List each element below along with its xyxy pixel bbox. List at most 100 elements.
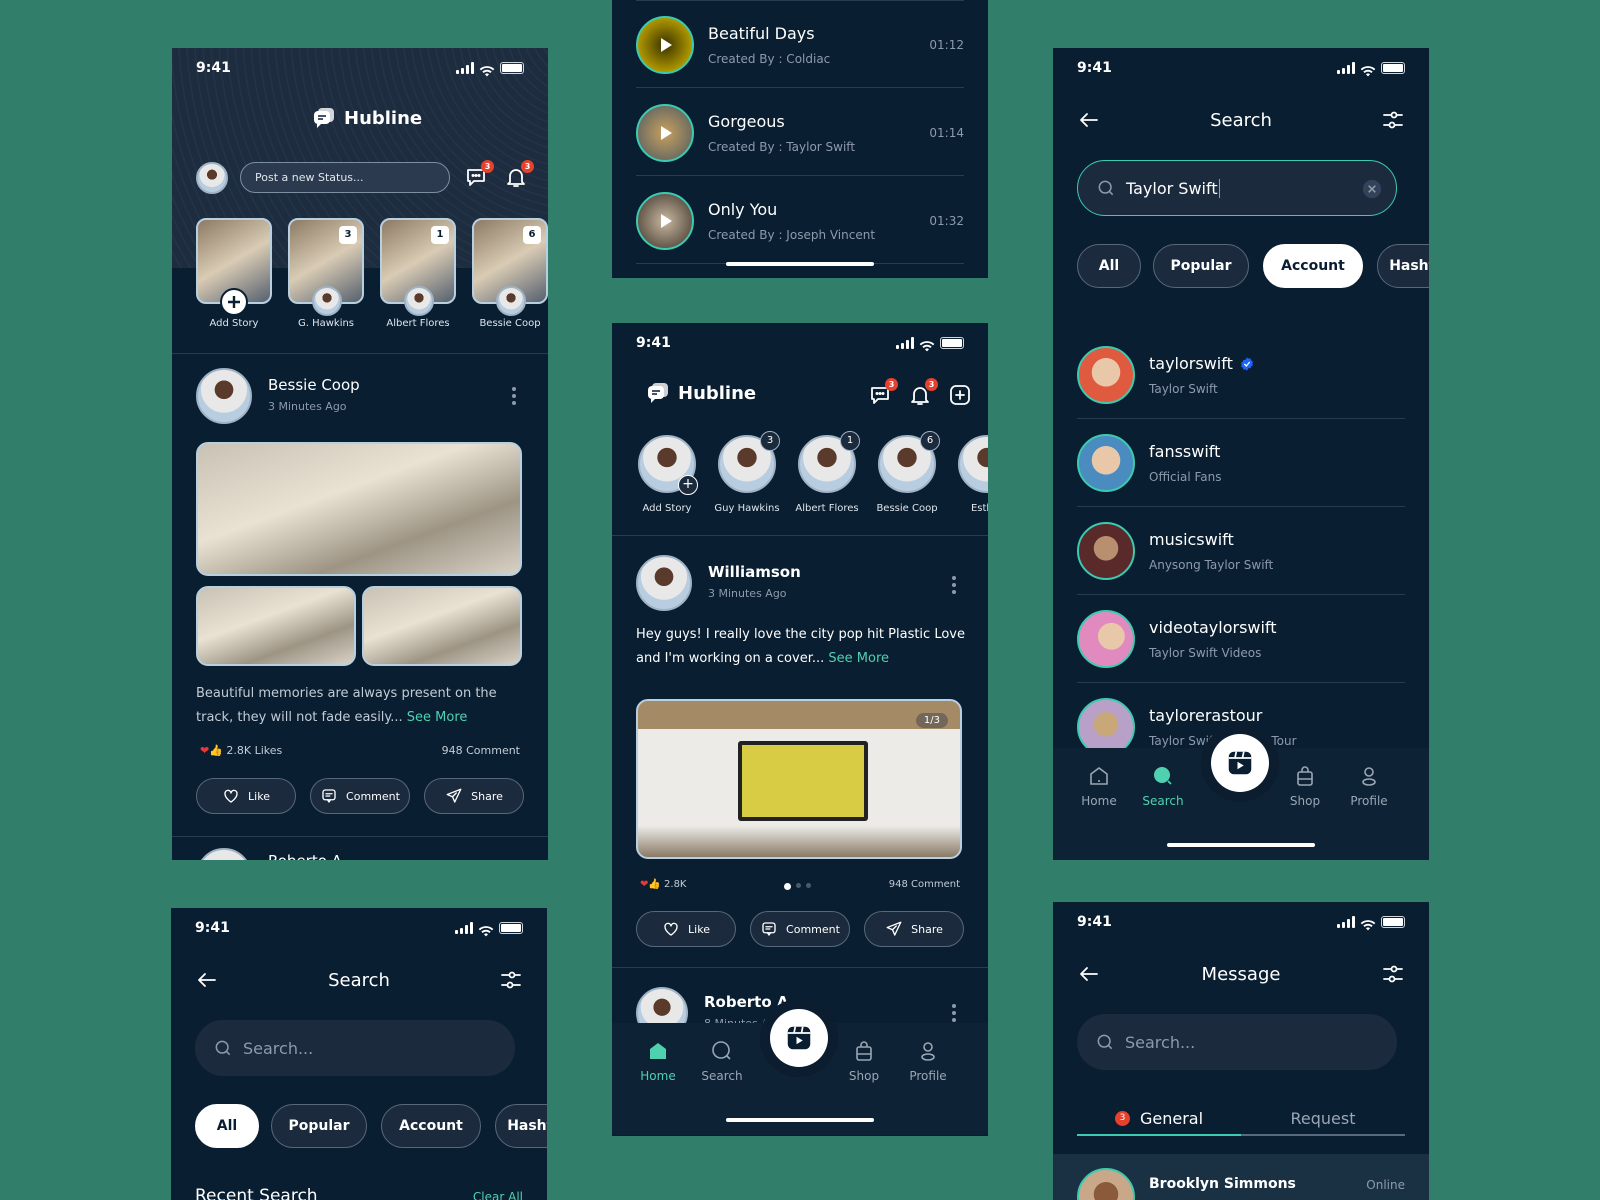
post-image-main[interactable] [196,442,522,576]
nav-home[interactable]: Home [1069,764,1129,808]
add-story-button[interactable]: + [678,475,698,495]
story-avatar[interactable]: + [638,435,698,495]
carousel-dot[interactable] [796,883,801,888]
home-icon [646,1039,670,1063]
user-avatar[interactable] [196,162,228,194]
search-input[interactable]: Taylor Swift [1077,160,1397,216]
story-avatar[interactable]: 6 [878,431,940,493]
music-item[interactable]: Gorgeous Created By : Taylor Swift 01:14 [612,88,988,176]
filter-chip[interactable]: Hashtag [1377,244,1429,288]
see-more-link[interactable]: See More [407,710,468,725]
hubline-logo-icon [312,106,336,130]
reels-button[interactable] [1211,734,1269,792]
story-avatar[interactable] [958,435,988,493]
music-item[interactable]: Only You Created By : Joseph Vincent 01:32 [612,176,988,264]
divider [1077,418,1405,419]
post-image[interactable] [196,586,356,666]
bell-button[interactable]: 3 [504,160,534,189]
post-status-input[interactable]: Post a new Status... [240,162,450,193]
nav-search[interactable]: Search [1133,764,1193,808]
post-author[interactable]: Bessie Coop [268,376,360,394]
message-thread[interactable]: Brooklyn Simmons Online [1053,1154,1429,1200]
more-options-icon[interactable] [512,386,516,406]
message-badge: 3 [885,378,898,391]
plus-square-button[interactable] [948,383,972,407]
search-input[interactable]: Search... [195,1020,515,1076]
play-icon[interactable] [653,121,677,145]
filter-chip[interactable]: All [1077,244,1141,288]
play-icon[interactable] [653,33,677,57]
nav-profile[interactable]: Profile [1339,764,1399,808]
carousel-dot[interactable] [806,883,811,888]
story-avatar[interactable]: 3 [718,431,780,493]
search-input[interactable]: Search... [1077,1014,1397,1070]
search-icon [1151,764,1175,788]
share-button[interactable]: Share [424,778,524,814]
filter-icon[interactable] [1381,962,1405,986]
comment-button[interactable]: Comment [310,778,410,814]
message-button[interactable]: 3 [464,160,494,189]
like-button[interactable]: Like [636,911,736,947]
post-time: 3 Minutes Ago [268,400,347,413]
message-button[interactable]: 3 [868,378,898,407]
filter-chip[interactable]: Hashtag [495,1104,547,1148]
nav-profile[interactable]: Profile [898,1039,958,1083]
plus-icon [222,290,246,314]
post-image[interactable]: 1/3 [636,699,962,859]
nav-label: Search [701,1069,743,1083]
thumbs-up-icon: 👍 [648,879,661,890]
nav-shop[interactable]: Shop [834,1039,894,1083]
story-card[interactable]: 1 [380,218,456,316]
add-story-button[interactable] [220,288,248,316]
nav-shop[interactable]: Shop [1275,764,1335,808]
post-author-avatar[interactable] [636,555,692,611]
divider [172,353,548,354]
see-more-link[interactable]: See More [828,651,889,666]
comments-count[interactable]: 948 Comment [442,744,520,757]
comments-count[interactable]: 948 Comment [889,879,960,890]
account-result[interactable]: taylorswift Taylor Swift [1053,332,1429,420]
bell-button[interactable]: 3 [908,378,938,407]
share-button[interactable]: Share [864,911,964,947]
like-button[interactable]: Like [196,778,296,814]
likes-text: 2.8K [664,879,687,890]
story-card[interactable] [196,218,272,316]
reels-button[interactable] [770,1009,828,1067]
filter-chip[interactable]: Popular [271,1104,367,1148]
filter-chip[interactable]: All [195,1104,259,1148]
tab-general[interactable]: 3 General [1077,1102,1241,1136]
carousel-dot[interactable] [784,883,791,890]
account-result[interactable]: musicswift Anysong Taylor Swift [1053,508,1429,596]
comment-label: Comment [786,922,840,936]
tab-request[interactable]: Request [1241,1102,1405,1136]
account-result[interactable]: fansswift Official Fans [1053,420,1429,508]
account-result[interactable]: videotaylorswift Taylor Swift Videos [1053,596,1429,684]
post-author-avatar[interactable] [196,368,252,424]
comment-icon [320,787,338,805]
clear-search-icon[interactable] [1362,179,1382,199]
filter-chip[interactable]: Popular [1153,244,1249,288]
filter-icon[interactable] [1381,108,1405,132]
post-author[interactable]: Williamson [708,563,801,581]
nav-label: Shop [1289,794,1321,808]
story-name: G. Hawkins [297,318,355,329]
status-icons [1337,916,1405,931]
post-image[interactable] [362,586,522,666]
divider [1077,506,1405,507]
story-avatar[interactable]: 1 [798,431,860,493]
account-avatar [1077,522,1135,580]
music-item[interactable]: Beatiful Days Created By : Coldiac 01:12 [612,0,988,88]
story-card[interactable]: 6 [472,218,548,316]
story-card[interactable]: 3 [288,218,364,316]
nav-home[interactable]: Home [628,1039,688,1083]
comment-button[interactable]: Comment [750,911,850,947]
clear-all-link[interactable]: Clear All [473,1190,523,1200]
filter-chip[interactable]: Account [381,1104,481,1148]
nav-search[interactable]: Search [692,1039,752,1083]
play-icon[interactable] [653,209,677,233]
more-options-icon[interactable] [952,1003,956,1023]
filter-icon[interactable] [499,968,523,992]
status-time: 9:41 [1077,914,1112,930]
more-options-icon[interactable] [952,575,956,595]
filter-chip[interactable]: Account [1263,244,1363,288]
